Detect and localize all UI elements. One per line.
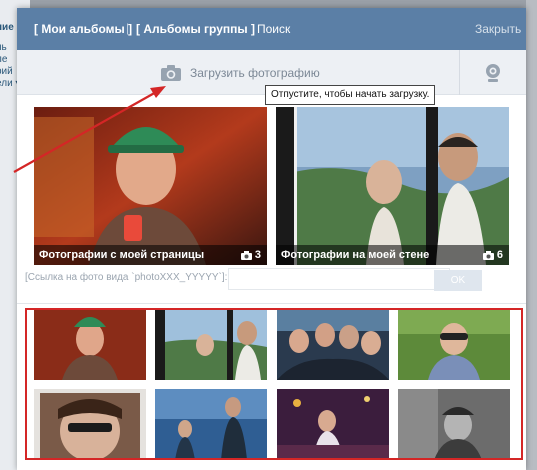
- album-title: Фотографии с моей страницы: [39, 249, 205, 261]
- background-fragment: нь: [0, 42, 7, 53]
- thumbnail-image: [398, 309, 510, 380]
- camera-icon: [482, 250, 494, 260]
- album-card-profile-photos[interactable]: Фотографии с моей страницы 3: [34, 107, 267, 265]
- webcam-icon[interactable]: [484, 63, 502, 83]
- album-count-value: 6: [496, 249, 503, 261]
- album-title: Фотографии на моей стене: [281, 249, 430, 261]
- divider: [17, 303, 526, 304]
- ok-button[interactable]: OK: [434, 270, 482, 291]
- album-count: 6: [482, 249, 503, 261]
- thumbnail-image: [155, 309, 267, 380]
- thumbnail-image: [155, 389, 267, 460]
- divider: [459, 50, 460, 95]
- upload-tooltip: Отпустите, чтобы начать загрузку.: [265, 85, 436, 105]
- background-fragment: рий: [0, 66, 13, 77]
- thumbnail-image: [34, 389, 146, 460]
- photo-thumbnail[interactable]: [34, 309, 146, 380]
- thumbnail-image: [277, 389, 389, 460]
- background-page-right: [526, 0, 537, 470]
- photo-grid: [34, 309, 516, 460]
- photo-thumbnail[interactable]: [34, 389, 146, 460]
- tab-group-albums[interactable]: [ Альбомы группы ]: [136, 22, 255, 36]
- photo-thumbnail[interactable]: [155, 309, 267, 380]
- album-cover-image: [34, 107, 267, 265]
- upload-photo-label: Загрузить фотографию: [190, 66, 320, 80]
- photo-picker-dialog: [ Мои альбомы ] | [ Альбомы группы ] Пои…: [17, 8, 526, 470]
- search-link[interactable]: Поиск: [257, 22, 290, 36]
- thumbnail-image: [398, 389, 510, 460]
- upload-photo-button[interactable]: Загрузить фотографию: [160, 62, 320, 84]
- photo-link-input[interactable]: [228, 268, 450, 290]
- album-count: 3: [240, 249, 261, 261]
- tab-my-albums[interactable]: [ Мои альбомы ]: [34, 22, 132, 36]
- album-cover-image: [276, 107, 509, 265]
- photo-thumbnail[interactable]: [398, 309, 510, 380]
- album-caption: Фотографии на моей стене 6: [276, 245, 509, 265]
- photo-thumbnail[interactable]: [277, 389, 389, 460]
- photo-thumbnail[interactable]: [155, 389, 267, 460]
- background-fragment: ние: [0, 22, 14, 33]
- photo-link-row: [Ссылка на фото вида `photoXXX_YYYYY`]:: [25, 268, 481, 290]
- photo-thumbnail[interactable]: [277, 309, 389, 380]
- dialog-header: [ Мои альбомы ] | [ Альбомы группы ] Пои…: [17, 8, 526, 50]
- album-count-value: 3: [254, 249, 261, 261]
- camera-icon: [240, 250, 252, 260]
- album-caption: Фотографии с моей страницы 3: [34, 245, 267, 265]
- album-card-wall-photos[interactable]: Фотографии на моей стене 6: [276, 107, 509, 265]
- close-button[interactable]: Закрыть: [475, 22, 521, 36]
- thumbnail-image: [277, 309, 389, 380]
- thumbnail-image: [34, 309, 146, 380]
- photo-link-label: [Ссылка на фото вида `photoXXX_YYYYY`]:: [25, 272, 228, 283]
- background-fragment: ле: [0, 54, 8, 65]
- photo-thumbnail[interactable]: [398, 389, 510, 460]
- tab-separator: |: [126, 21, 130, 35]
- camera-icon: [161, 65, 181, 81]
